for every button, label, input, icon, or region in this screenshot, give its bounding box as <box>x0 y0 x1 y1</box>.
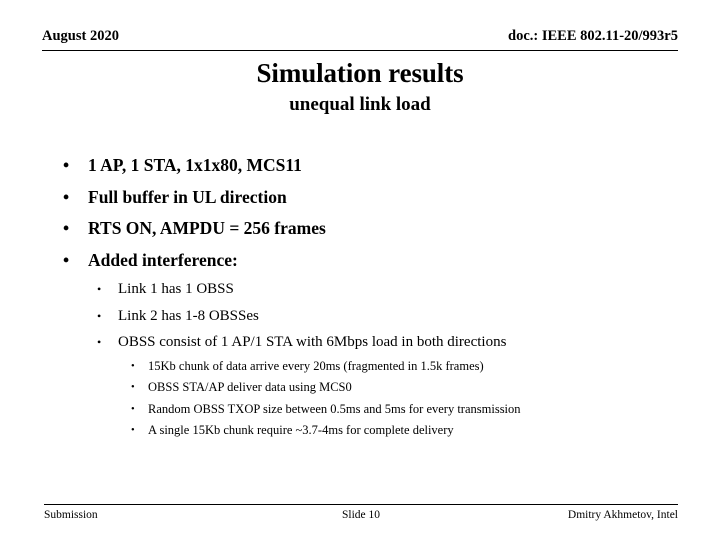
list-item: • Random OBSS TXOP size between 0.5ms an… <box>42 399 682 421</box>
header-doc-number: doc.: IEEE 802.11-20/993r5 <box>508 28 678 44</box>
list-item: • 15Kb chunk of data arrive every 20ms (… <box>42 356 682 378</box>
list-item: • RTS ON, AMPDU = 256 frames <box>42 213 682 245</box>
slide-header: August 2020 doc.: IEEE 802.11-20/993r5 <box>42 28 678 51</box>
list-item: • OBSS STA/AP deliver data using MCS0 <box>42 377 682 399</box>
bullet-sublist-container: • 15Kb chunk of data arrive every 20ms (… <box>42 356 682 442</box>
slide-body: • 1 AP, 1 STA, 1x1x80, MCS11 • Full buff… <box>42 150 682 442</box>
footer-submission-label: Submission <box>44 509 98 521</box>
list-item-label: OBSS STA/AP deliver data using MCS0 <box>148 380 352 394</box>
bullet-dot-icon: • <box>63 218 70 238</box>
bullet-dot-icon: • <box>63 186 70 207</box>
slide: August 2020 doc.: IEEE 802.11-20/993r5 S… <box>0 0 720 540</box>
bullet-dot-icon: • <box>97 335 102 349</box>
bullet-dot-icon: • <box>131 425 135 436</box>
bullet-dot-icon: • <box>97 308 102 323</box>
list-item: • Full buffer in UL direction <box>42 182 682 214</box>
page-title: Simulation results <box>256 58 464 88</box>
list-item-label: OBSS consist of 1 AP/1 STA with 6Mbps lo… <box>118 334 507 350</box>
list-item-label: 1 AP, 1 STA, 1x1x80, MCS11 <box>88 155 302 175</box>
footer-slide-number: Slide 10 <box>341 509 380 521</box>
bullet-list-level-1: • 1 AP, 1 STA, 1x1x80, MCS11 • Full buff… <box>42 150 682 442</box>
bullet-dot-icon: • <box>63 155 70 175</box>
footer-author: Dmitry Akhmetov, Intel <box>567 509 678 521</box>
list-item: • OBSS consist of 1 AP/1 STA with 6Mbps … <box>42 329 682 356</box>
bullet-list-level-2: • Link 1 has 1 OBSS • Link 2 has 1-8 OBS… <box>42 276 682 442</box>
list-item-label: RTS ON, AMPDU = 256 frames <box>88 218 326 238</box>
list-item-label: Added interference: <box>88 249 238 270</box>
bullet-list-level-3: • 15Kb chunk of data arrive every 20ms (… <box>42 356 682 442</box>
bullet-dot-icon: • <box>97 282 102 296</box>
title-block: Simulation results unequal link load <box>42 57 678 117</box>
slide-footer: Submission Slide 10 Dmitry Akhmetov, Int… <box>44 504 678 523</box>
list-item: • Link 1 has 1 OBSS <box>42 276 682 303</box>
list-item: • 1 AP, 1 STA, 1x1x80, MCS11 <box>42 150 682 182</box>
list-item: • Added interference: <box>42 245 682 277</box>
list-item-label: Link 1 has 1 OBSS <box>118 281 234 297</box>
list-item-label: 15Kb chunk of data arrive every 20ms (fr… <box>148 358 484 373</box>
list-item-label: Full buffer in UL direction <box>88 186 287 207</box>
list-item-label: Link 2 has 1-8 OBSSes <box>118 307 259 324</box>
list-item: • Link 2 has 1-8 OBSSes <box>42 303 682 330</box>
bullet-sublist-container: • Link 1 has 1 OBSS • Link 2 has 1-8 OBS… <box>42 276 682 442</box>
list-item-label: Random OBSS TXOP size between 0.5ms and … <box>148 401 521 416</box>
page-subtitle: unequal link load <box>289 94 431 115</box>
bullet-dot-icon: • <box>131 360 135 372</box>
list-item-label: A single 15Kb chunk require ~3.7-4ms for… <box>148 423 454 437</box>
header-date: August 2020 <box>42 28 119 44</box>
bullet-dot-icon: • <box>131 403 135 415</box>
bullet-dot-icon: • <box>131 382 135 393</box>
list-item: • A single 15Kb chunk require ~3.7-4ms f… <box>42 420 682 442</box>
bullet-dot-icon: • <box>63 249 70 270</box>
